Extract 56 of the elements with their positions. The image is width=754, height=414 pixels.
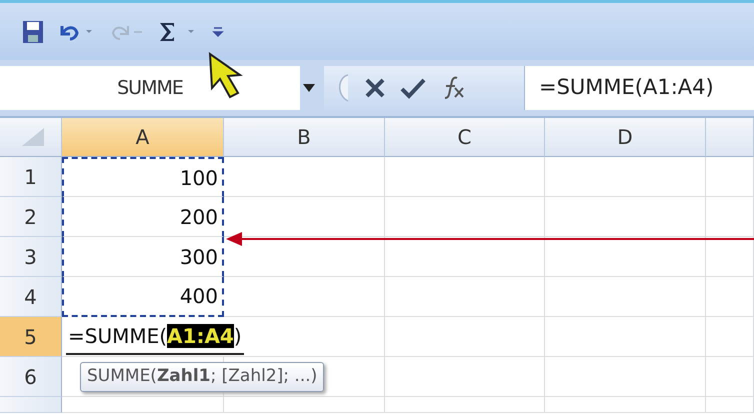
spreadsheet-cell[interactable] xyxy=(385,197,545,237)
spreadsheet-cell[interactable] xyxy=(385,237,545,277)
column-header[interactable]: D xyxy=(545,118,706,157)
row-header[interactable]: 5 xyxy=(0,317,62,357)
spreadsheet-cell[interactable] xyxy=(706,357,754,397)
spreadsheet-cell[interactable] xyxy=(706,237,754,277)
spreadsheet-cell[interactable] xyxy=(224,397,385,413)
mouse-pointer-icon xyxy=(208,52,244,100)
spreadsheet-cell[interactable] xyxy=(706,397,754,413)
row-header[interactable]: 3 xyxy=(0,237,62,277)
cell-value: 400 xyxy=(180,283,219,310)
function-tooltip: SUMME(Zahl1; [Zahl2]; ...) xyxy=(80,362,324,392)
column-header[interactable]: B xyxy=(224,118,385,157)
dropdown-icon[interactable] xyxy=(302,83,316,93)
spreadsheet-cell[interactable] xyxy=(385,397,545,413)
row-header[interactable]: 4 xyxy=(0,277,62,317)
spreadsheet-cell[interactable] xyxy=(706,157,754,197)
spreadsheet-cell[interactable] xyxy=(385,317,545,357)
formula-field[interactable]: =SUMME(A1:A4) xyxy=(524,66,754,110)
cell-value: 200 xyxy=(180,204,219,230)
row-header[interactable]: 2 xyxy=(0,197,62,237)
spreadsheet-cell[interactable]: 200 xyxy=(62,197,224,237)
select-all-button[interactable] xyxy=(0,118,62,157)
spreadsheet-cell[interactable] xyxy=(385,157,545,197)
spreadsheet-cell[interactable] xyxy=(545,237,706,277)
spreadsheet-cell[interactable]: 300 xyxy=(62,237,224,277)
spreadsheet-cell[interactable] xyxy=(224,277,385,317)
row-header[interactable] xyxy=(0,397,62,413)
row-header[interactable]: 6 xyxy=(0,357,62,397)
spreadsheet-cell[interactable] xyxy=(706,197,754,237)
cell-value: 300 xyxy=(180,244,219,270)
column-header[interactable]: C xyxy=(385,118,545,157)
save-icon[interactable] xyxy=(22,20,44,44)
row-header[interactable]: 1 xyxy=(0,157,62,197)
spreadsheet-cell[interactable]: 400 xyxy=(62,277,224,317)
column-header[interactable]: A xyxy=(62,118,224,157)
spreadsheet-cell[interactable]: 100 xyxy=(62,157,224,197)
spreadsheet-cell[interactable] xyxy=(545,357,706,397)
spreadsheet-cell[interactable] xyxy=(224,157,385,197)
spreadsheet-cell[interactable] xyxy=(62,397,224,413)
spreadsheet-cell[interactable]: =SUMME(A1:A4) xyxy=(62,317,385,357)
spreadsheet-cell[interactable] xyxy=(545,317,706,357)
spreadsheet-cell[interactable] xyxy=(706,277,754,317)
spreadsheet-cell[interactable] xyxy=(545,197,706,237)
cancel-icon[interactable] xyxy=(364,77,386,99)
spreadsheet-cell[interactable] xyxy=(385,277,545,317)
spreadsheet-cell[interactable] xyxy=(385,357,545,397)
spreadsheet-cell[interactable] xyxy=(224,357,385,397)
check-icon[interactable] xyxy=(400,77,426,99)
name-box[interactable]: SUMME xyxy=(0,66,300,110)
cell-value: 100 xyxy=(180,164,219,192)
spreadsheet-cell[interactable] xyxy=(706,317,754,357)
spreadsheet-cell[interactable] xyxy=(545,397,706,413)
spreadsheet-cell[interactable] xyxy=(545,157,706,197)
column-header[interactable] xyxy=(706,118,754,157)
spreadsheet-cell[interactable] xyxy=(545,277,706,317)
